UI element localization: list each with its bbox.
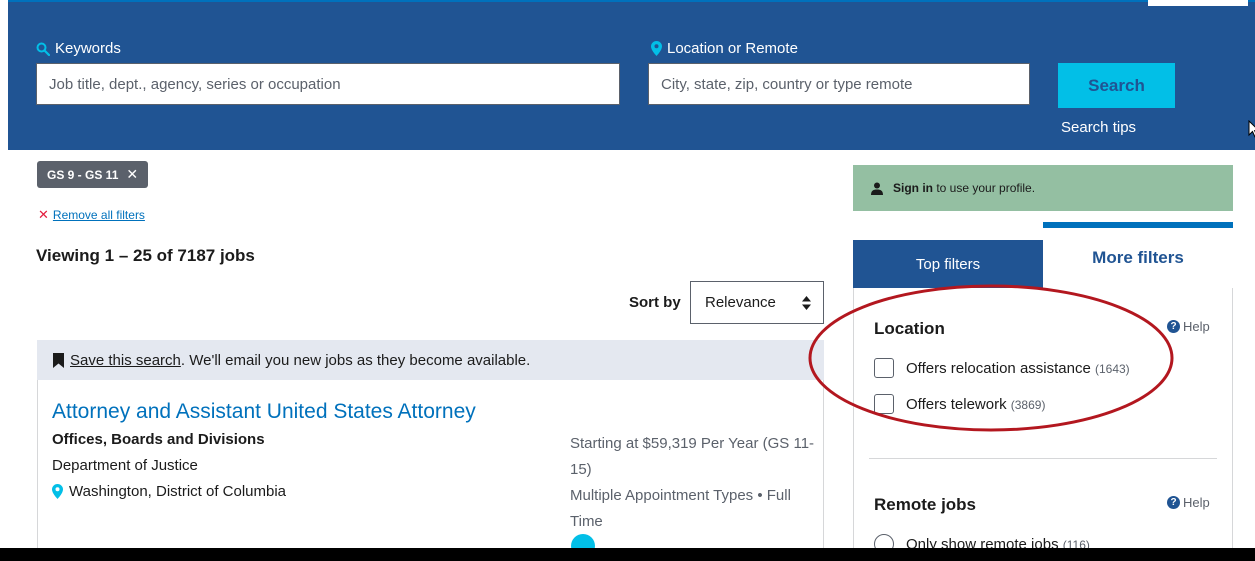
remote-jobs-heading: Remote jobs (874, 495, 977, 514)
remote-help-link[interactable]: ? Help (1167, 495, 1210, 510)
job-salary: Starting at $59,319 Per Year (GS 11-15) (570, 435, 815, 478)
active-filter-chip[interactable]: GS 9 - GS 11 ✕ (37, 161, 149, 188)
signin-text: Sign in to use your profile. (893, 181, 1035, 195)
search-button[interactable]: Search (1058, 63, 1175, 108)
location-label: Location or Remote (651, 40, 798, 57)
bookmark-icon (53, 352, 64, 368)
keywords-input[interactable] (36, 63, 620, 105)
remove-all-filters-link[interactable]: Remove all filters (53, 208, 145, 222)
results-count: Viewing 1 – 25 of 7187 jobs (36, 246, 255, 265)
telework-label: Offers telework (3869) (906, 396, 1045, 413)
search-icon (36, 42, 50, 56)
map-pin-icon (651, 41, 662, 56)
header-tab-stub (1148, 0, 1248, 6)
signin-banner: Sign in to use your profile. (853, 165, 1233, 211)
job-department: Department of Justice (52, 457, 198, 474)
help-icon: ? (1167, 320, 1180, 333)
sort-arrows-icon (802, 295, 811, 310)
relocation-label: Offers relocation assistance (1643) (906, 360, 1130, 377)
search-tips-link[interactable]: Search tips (1061, 119, 1136, 136)
section-divider (869, 458, 1217, 459)
job-location-text: Washington, District of Columbia (69, 483, 287, 500)
telework-label-text: Offers telework (906, 395, 1007, 413)
remove-icon: ✕ (38, 207, 49, 222)
keywords-label-text: Keywords (55, 40, 121, 57)
search-header: Keywords Location or Remote Search Searc… (8, 0, 1255, 150)
tab-more-filters[interactable]: More filters (1043, 222, 1233, 288)
keywords-label: Keywords (36, 40, 121, 57)
save-search-text: Save this search. We'll email you new jo… (70, 352, 530, 369)
location-input[interactable] (648, 63, 1030, 105)
sort-select[interactable]: Relevance (690, 281, 824, 324)
job-title-link[interactable]: Attorney and Assistant United States Att… (52, 400, 476, 424)
relocation-count: (1643) (1094, 361, 1130, 376)
relocation-filter[interactable]: Offers relocation assistance (1643) (874, 358, 1130, 378)
bottom-black-bar (0, 548, 1255, 561)
remove-all-filters: ✕ Remove all filters (38, 207, 145, 223)
active-filter-chip-label: GS 9 - GS 11 (47, 167, 119, 182)
user-icon (871, 182, 883, 195)
left-margin (0, 0, 8, 561)
job-location: Washington, District of Columbia (52, 483, 286, 500)
filter-tabs: Top filters More filters (853, 222, 1233, 288)
location-label-text: Location or Remote (667, 40, 798, 57)
telework-filter[interactable]: Offers telework (3869) (874, 394, 1045, 414)
location-help-link[interactable]: ? Help (1167, 319, 1210, 334)
header-top-line (8, 0, 1255, 2)
sort-select-value: Relevance (705, 294, 776, 311)
location-heading: Location (874, 319, 945, 338)
mouse-cursor-icon (1248, 120, 1255, 138)
job-appointment: Multiple Appointment Types • Full Time (570, 487, 791, 530)
tab-top-filters[interactable]: Top filters (853, 240, 1043, 288)
save-search-link[interactable]: Save this search (70, 352, 181, 369)
sort-by-label: Sort by (629, 294, 681, 311)
usajobs-search-page: Keywords Location or Remote Search Searc… (0, 0, 1255, 561)
relocation-label-text: Offers relocation assistance (906, 359, 1091, 377)
telework-checkbox[interactable] (874, 394, 894, 414)
map-pin-icon (52, 484, 63, 499)
job-organization: Offices, Boards and Divisions (52, 431, 265, 448)
close-icon[interactable]: ✕ (126, 166, 138, 183)
save-search-rest: . We'll email you new jobs as they becom… (180, 351, 531, 369)
help-icon: ? (1167, 496, 1180, 509)
save-search-bar: Save this search. We'll email you new jo… (37, 340, 824, 380)
telework-count: (3869) (1010, 397, 1046, 412)
more-filters-panel: Location ? Help Offers relocation assist… (853, 288, 1233, 554)
help-label: Help (1183, 495, 1210, 510)
help-label: Help (1183, 319, 1210, 334)
relocation-checkbox[interactable] (874, 358, 894, 378)
signin-link[interactable]: Sign in (893, 181, 933, 195)
signin-rest: to use your profile. (933, 181, 1036, 195)
job-result-card: Attorney and Assistant United States Att… (37, 380, 824, 558)
